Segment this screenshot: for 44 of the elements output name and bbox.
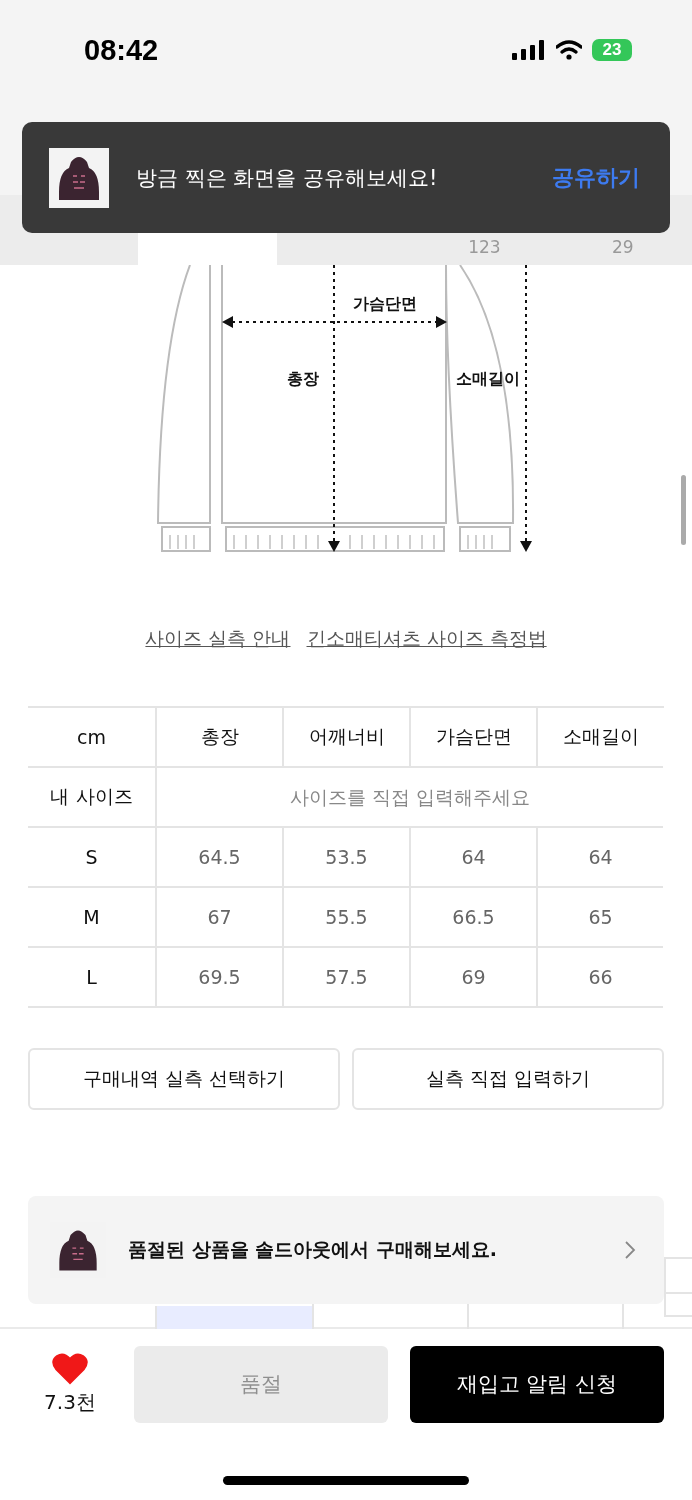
column-header: 총장: [155, 708, 282, 768]
scrollbar: [681, 475, 686, 545]
table-cell: 64: [409, 828, 536, 888]
table-cell: 66.5: [409, 888, 536, 948]
row-label: 내 사이즈: [28, 768, 155, 828]
table-cell: 64.5: [155, 828, 282, 888]
table-cell: 55.5: [282, 888, 409, 948]
wifi-icon: [556, 40, 582, 60]
row-label: L: [28, 948, 155, 1008]
signal-icon: [512, 40, 546, 60]
column-header: 가슴단면: [409, 708, 536, 768]
table-cell: 53.5: [282, 828, 409, 888]
toast-message: 방금 찍은 화면을 공유해보세요!: [136, 164, 439, 192]
dimension-label: 가슴단면: [353, 294, 417, 313]
tab-count: 29: [611, 237, 634, 257]
tab-count: 123: [468, 237, 501, 257]
table-cell: 57.5: [282, 948, 409, 1008]
table-cell: 69: [409, 948, 536, 1008]
row-label: M: [28, 888, 155, 948]
guide-link[interactable]: 긴소매티셔츠 사이즈 측정법: [306, 626, 547, 656]
column-header: 어깨너비: [282, 708, 409, 768]
chevron-right-icon: [624, 1240, 636, 1260]
column-header: cm: [28, 708, 155, 768]
table-cell: 69.5: [155, 948, 282, 1008]
column-header: 소매길이: [536, 708, 663, 768]
like-count: 7.3천: [44, 1388, 96, 1416]
table-cell: 66: [536, 948, 663, 1008]
dimension-label: 총장: [287, 369, 319, 388]
dimension-label: 소매길이: [456, 369, 520, 388]
clock: 08:42: [84, 33, 159, 67]
banner-text: 품절된 상품을 솔드아웃에서 구매해보세요.: [128, 1237, 499, 1262]
soldout-banner[interactable]: 품절된 상품을 솔드아웃에서 구매해보세요.: [28, 1196, 664, 1304]
table-cell: 64: [536, 828, 663, 888]
product-thumbnail: [49, 147, 109, 208]
measure-button[interactable]: 실측 직접 입력하기: [352, 1048, 664, 1110]
restock-alert-button[interactable]: 재입고 알림 신청: [410, 1345, 664, 1423]
size-input-field[interactable]: 사이즈를 직접 입력해주세요: [157, 767, 663, 827]
heart-icon[interactable]: [52, 1352, 88, 1385]
battery-icon: 23: [592, 39, 632, 61]
row-label: S: [28, 828, 155, 888]
guide-link[interactable]: 사이즈 실측 안내: [145, 626, 291, 656]
table-cell: 67: [155, 888, 282, 948]
table-cell: 65: [536, 888, 663, 948]
measure-button[interactable]: 구매내역 실측 선택하기: [28, 1048, 340, 1110]
